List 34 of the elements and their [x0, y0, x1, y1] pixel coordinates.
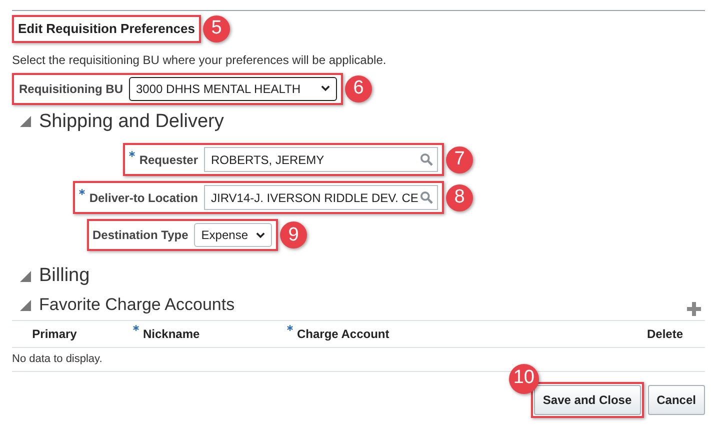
caret-icon: [256, 232, 265, 239]
callout-badge: 7: [446, 146, 473, 174]
field-label: Requisitioning BU: [19, 80, 123, 98]
requisitioning-bu-select[interactable]: 3000 DHHS MENTAL HEALTH: [129, 76, 337, 100]
search-icon[interactable]: [420, 153, 433, 166]
column-header: Nickname: [97, 320, 277, 348]
field-label: Deliver-to Location: [79, 188, 198, 207]
section-heading: Favorite Charge Accounts: [39, 294, 235, 316]
instruction-text: Select the requisitioning BU where your preferences will be applicable.: [12, 52, 388, 68]
search-field[interactable]: ROBERTS, JEREMY: [204, 147, 438, 172]
expanded-triangle-icon[interactable]: [20, 116, 31, 128]
empty-message: No data to display.: [12, 353, 102, 366]
column-header: Primary: [12, 320, 97, 348]
caret-icon: [321, 85, 330, 92]
add-icon[interactable]: [687, 302, 701, 316]
column-header: Charge Account: [277, 320, 625, 348]
save-and-close-button[interactable]: Save and Close: [534, 384, 641, 415]
search-field[interactable]: JIRV14-J. IVERSON RIDDLE DEV. CE: [204, 185, 438, 210]
field-label: Destination Type: [92, 227, 188, 244]
callout-badge: 8: [446, 184, 473, 212]
field-label: Requester: [129, 150, 198, 169]
expanded-triangle-icon[interactable]: [20, 300, 31, 311]
callout-badge: 10: [508, 364, 539, 394]
page-title: Edit Requisition Preferences: [18, 20, 195, 38]
callout-badge: 5: [203, 15, 230, 42]
callout-badge: 9: [280, 222, 307, 249]
section-heading: Shipping and Delivery: [39, 110, 224, 134]
callout-badge: 6: [345, 75, 372, 102]
cancel-button[interactable]: Cancel: [648, 384, 705, 415]
select-field[interactable]: Expense: [194, 223, 272, 248]
section-heading: Billing: [39, 265, 90, 288]
expanded-triangle-icon[interactable]: [20, 271, 31, 282]
search-icon[interactable]: [420, 191, 433, 204]
column-header: Delete: [625, 320, 705, 348]
